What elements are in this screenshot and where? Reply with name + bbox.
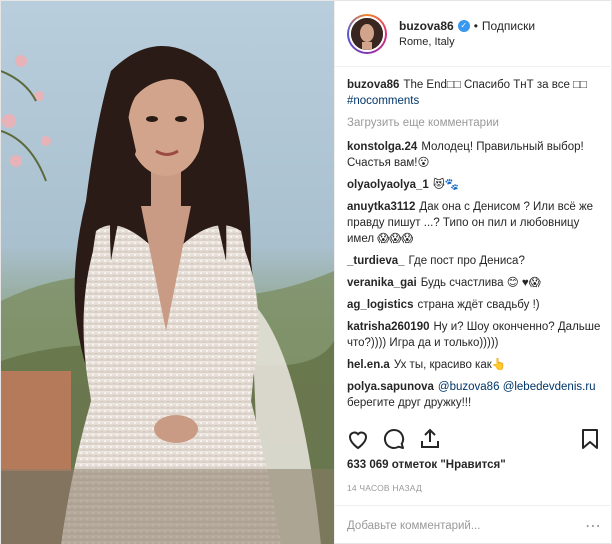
caption-username[interactable]: buzova86 — [347, 79, 399, 91]
comment-text: 😻🐾 — [432, 179, 460, 191]
comment-bubble-icon — [383, 428, 405, 449]
mention-link[interactable]: @buzova86 — [438, 381, 500, 393]
comment-text: страна ждёт свадьбу !) — [417, 299, 540, 311]
action-bar — [343, 423, 605, 455]
header-info: buzova86 ✓ • Подписки Rome, Italy — [399, 18, 535, 50]
comment-item: polya.sapunova @buzova86 @lebedevdenis.ru… — [347, 379, 603, 411]
likes-count[interactable]: 633 069 отметок "Нравится" — [347, 459, 506, 471]
comment-username[interactable]: _turdieva_ — [347, 255, 405, 267]
comment-username[interactable]: olyaolyaolya_1 — [347, 179, 429, 191]
comment-text: Будь счастлива 😊 ♥😱 — [420, 277, 541, 289]
share-button[interactable] — [415, 424, 445, 454]
verified-badge-icon: ✓ — [457, 19, 470, 32]
post-header: buzova86 ✓ • Подписки Rome, Italy — [335, 1, 612, 67]
like-button[interactable] — [343, 424, 373, 454]
comment-username[interactable]: polya.sapunova — [347, 381, 434, 393]
separator-dot: • — [473, 18, 478, 33]
follow-status-button[interactable]: Подписки — [482, 18, 535, 34]
comment-username[interactable]: anuytka3112 — [347, 201, 415, 213]
photo-illustration — [1, 1, 334, 544]
share-upload-icon — [421, 428, 439, 448]
comment-username[interactable]: katrisha260190 — [347, 321, 429, 333]
load-more-comments-button[interactable]: Загрузить еще комментарии — [347, 115, 603, 131]
header-username[interactable]: buzova86 — [399, 18, 454, 34]
comment-items: konstolga.24 Молодец! Правильный выбор! С… — [347, 139, 603, 411]
post-photo[interactable] — [1, 1, 334, 544]
add-comment-input[interactable] — [347, 519, 583, 532]
avatar[interactable] — [349, 15, 385, 52]
comment-username[interactable]: hel.en.a — [347, 359, 390, 371]
avatar-story-ring[interactable] — [347, 13, 387, 54]
add-comment-bar: ⋯ — [335, 505, 612, 544]
avatar-image — [351, 17, 383, 50]
comment-username[interactable]: veranika_gai — [347, 277, 417, 289]
save-button[interactable] — [575, 424, 605, 454]
comment-button[interactable] — [379, 424, 409, 454]
comment-item: _turdieva_ Где пост про Дениса? — [347, 253, 603, 269]
instagram-post: buzova86 ✓ • Подписки Rome, Italy buzova… — [0, 0, 612, 544]
comment-item: hel.en.a Ух ты, красиво как👆 — [347, 357, 603, 373]
heart-icon — [348, 431, 368, 450]
bookmark-icon — [582, 429, 598, 449]
location-link[interactable]: Rome, Italy — [399, 34, 535, 50]
comment-item: ag_logistics страна ждёт свадьбу !) — [347, 297, 603, 313]
more-options-icon[interactable]: ⋯ — [583, 516, 601, 536]
comments-list[interactable]: buzova86 The End□□ Спасибо ТнТ за все □□ … — [347, 77, 603, 413]
comment-item: olyaolyaolya_1 😻🐾 — [347, 177, 603, 193]
comment-item: anuytka3112 Дак она с Денисом ? Или всё ж… — [347, 199, 603, 247]
caption: buzova86 The End□□ Спасибо ТнТ за все □□ … — [347, 77, 603, 109]
post-details-panel: buzova86 ✓ • Подписки Rome, Italy buzova… — [334, 1, 612, 544]
caption-hashtag[interactable]: #nocomments — [347, 95, 419, 107]
comment-username[interactable]: konstolga.24 — [347, 141, 417, 153]
caption-text: The End□□ Спасибо ТнТ за все □□ — [403, 79, 587, 91]
comment-item: konstolga.24 Молодец! Правильный выбор! С… — [347, 139, 603, 171]
post-timestamp[interactable]: 14 часов назад — [347, 483, 422, 493]
mention-link[interactable]: @lebedevdenis.ru — [503, 381, 596, 393]
comment-item: veranika_gai Будь счастлива 😊 ♥😱 — [347, 275, 603, 291]
comment-text: Где пост про Дениса? — [408, 255, 525, 267]
comment-text: Ух ты, красиво как👆 — [393, 359, 507, 371]
comment-item: katrisha260190 Ну и? Шоу оконченно? Дальш… — [347, 319, 603, 351]
comment-username[interactable]: ag_logistics — [347, 299, 413, 311]
